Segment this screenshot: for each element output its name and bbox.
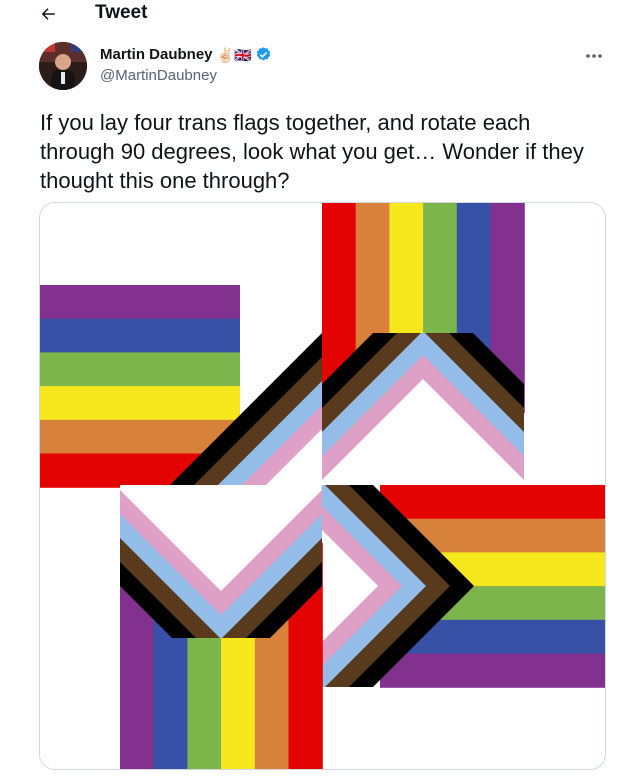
author-emoji: ✌🏻🇬🇧 [216,46,252,63]
flag-art-image [40,203,605,769]
tweet-text: If you lay four trans flags together, an… [40,110,584,193]
more-options-button[interactable] [580,46,608,66]
author-handle[interactable]: @MartinDaubney [100,67,217,84]
verified-badge-icon [255,46,272,63]
author-display-name[interactable]: Martin Daubney [100,46,213,63]
page-title: Tweet [95,2,148,23]
tweet-media[interactable] [39,202,606,770]
avatar-image [39,42,87,90]
author-name-row: Martin Daubney ✌🏻🇬🇧 [100,46,272,63]
more-horizontal-icon [586,54,602,58]
avatar[interactable] [39,42,87,90]
arrow-left-icon [41,8,55,20]
back-button[interactable] [32,0,64,28]
top-bar: Tweet [0,0,626,28]
